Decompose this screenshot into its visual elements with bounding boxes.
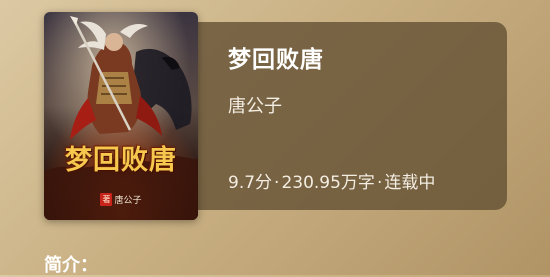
meta-separator: · bbox=[376, 173, 383, 193]
book-info-card: 梦回败唐 唐公子 9.7分 · 230.95万字 · 连载中 bbox=[166, 22, 507, 210]
cover-seal: 著 bbox=[100, 193, 113, 206]
book-status: 连载中 bbox=[384, 173, 436, 193]
book-author[interactable]: 唐公子 bbox=[228, 92, 282, 118]
book-detail-page: 梦回败唐 唐公子 9.7分 · 230.95万字 · 连载中 梦回败唐 著 唐公… bbox=[0, 0, 550, 276]
cover-title: 梦回败唐 bbox=[65, 145, 177, 176]
book-word-count: 230.95万字 bbox=[281, 173, 375, 193]
book-cover[interactable]: 梦回败唐 著唐公子 bbox=[44, 12, 198, 220]
cover-art bbox=[44, 12, 198, 220]
intro-label: 简介： bbox=[44, 255, 98, 276]
book-meta: 9.7分 · 230.95万字 · 连载中 bbox=[228, 168, 435, 193]
cover-author: 唐公子 bbox=[114, 196, 142, 206]
book-rating: 9.7分 bbox=[228, 173, 273, 193]
cover-author-line: 著唐公子 bbox=[44, 193, 198, 206]
book-title: 梦回败唐 bbox=[228, 47, 324, 73]
